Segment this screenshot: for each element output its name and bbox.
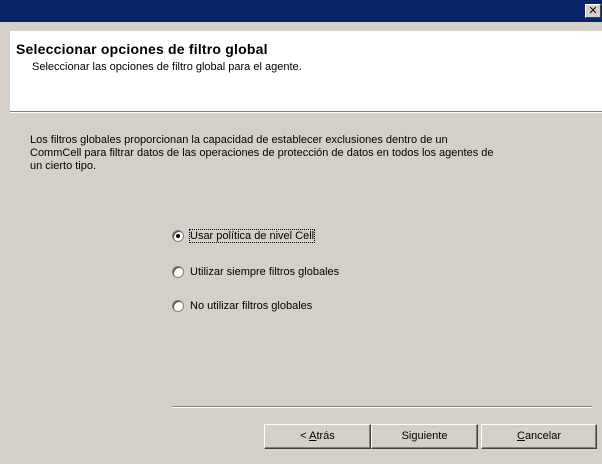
radio-button[interactable] <box>172 300 184 312</box>
cancel-button[interactable]: Cancelar <box>481 424 597 449</box>
radio-label[interactable]: Usar política de nivel Cell <box>188 229 316 243</box>
footer-divider-highlight <box>172 407 592 408</box>
radio-button[interactable] <box>172 266 184 278</box>
cancel-label-rest: ancelar <box>524 430 562 442</box>
page-subtitle: Seleccionar las opciones de filtro globa… <box>32 61 302 73</box>
wizard-dialog: ✕ Seleccionar opciones de filtro global … <box>0 0 602 464</box>
cancel-mnemonic: C <box>516 430 525 442</box>
back-label-rest: trás <box>316 430 335 442</box>
radio-option-no-global[interactable]: No utilizar filtros globales <box>172 298 312 314</box>
radio-label[interactable]: Utilizar siempre filtros globales <box>190 266 339 278</box>
description-line: CommCell para filtrar datos de las opera… <box>30 147 494 159</box>
close-button[interactable]: ✕ <box>585 4 601 18</box>
next-button[interactable]: Siguiente <box>371 424 478 449</box>
title-bar[interactable]: ✕ <box>0 0 602 22</box>
header-divider-highlight <box>10 112 602 113</box>
close-icon: ✕ <box>588 4 598 17</box>
radio-button-selected[interactable] <box>172 230 184 242</box>
radio-option-always-global[interactable]: Utilizar siempre filtros globales <box>172 264 339 280</box>
next-label: Siguiente <box>401 430 448 442</box>
description-line: un cierto tipo. <box>30 160 97 172</box>
radio-option-cell-policy[interactable]: Usar política de nivel Cell <box>172 228 316 244</box>
radio-dot <box>176 234 180 238</box>
radio-label[interactable]: No utilizar filtros globales <box>190 300 312 312</box>
description-text: Los filtros globales proporcionan la cap… <box>30 134 580 173</box>
back-button[interactable]: < Atrás <box>264 424 371 449</box>
description-line: Los filtros globales proporcionan la cap… <box>30 134 448 146</box>
back-arrow-text: < <box>300 430 310 442</box>
page-title: Seleccionar opciones de filtro global <box>16 41 268 57</box>
